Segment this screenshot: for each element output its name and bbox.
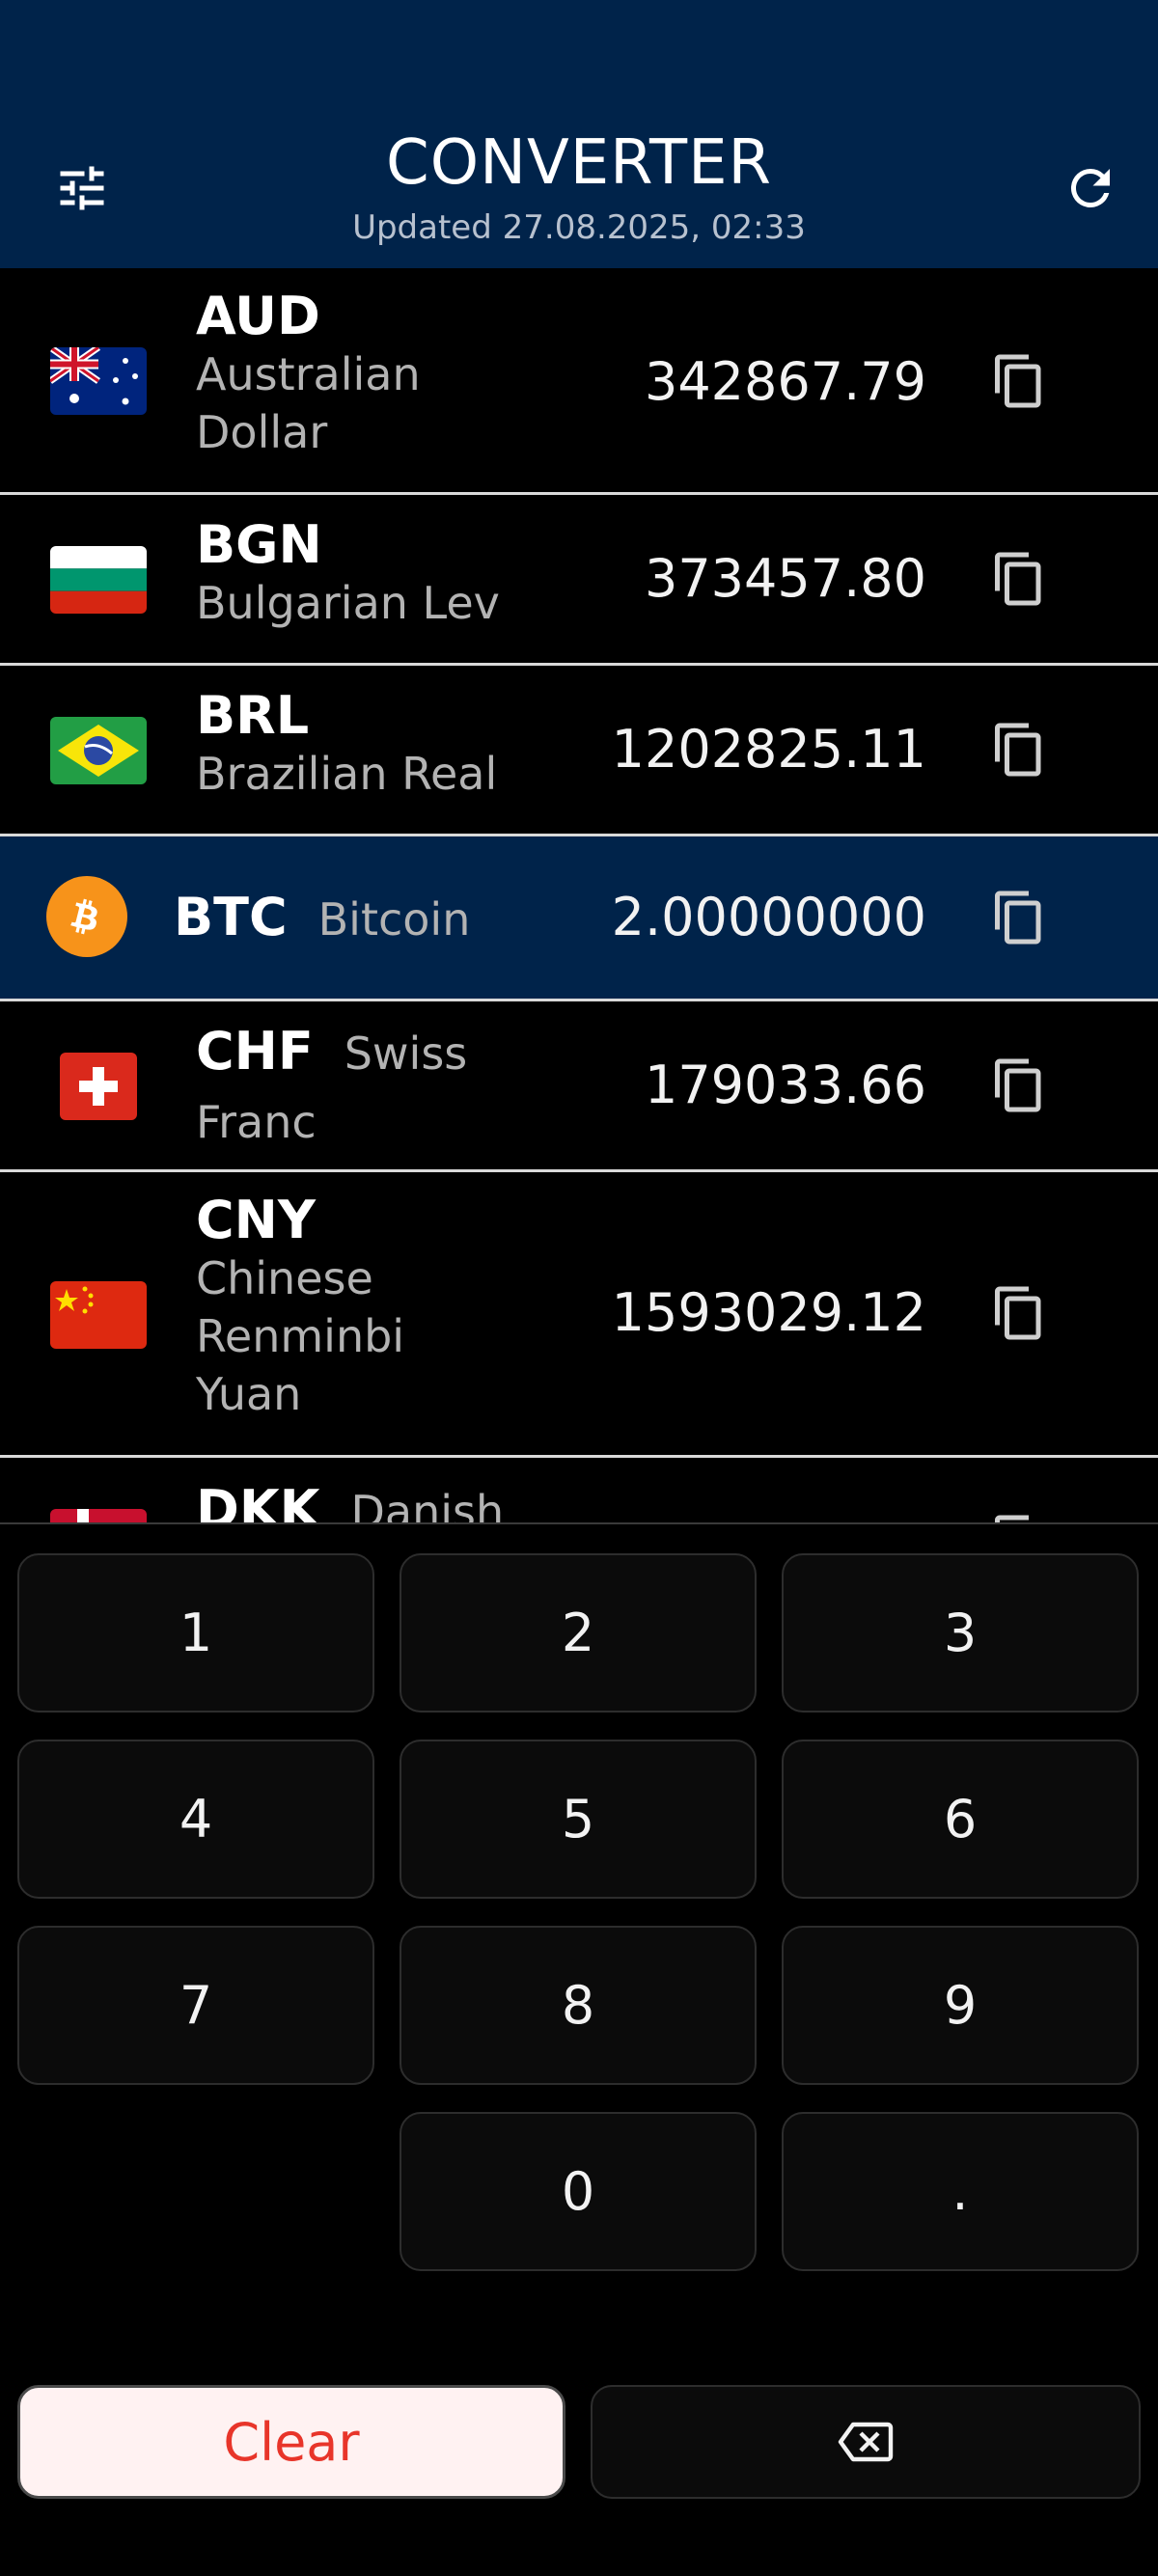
currency-code: BGN	[196, 514, 322, 575]
key-4[interactable]: 4	[17, 1740, 374, 1899]
copy-button[interactable]	[984, 715, 1054, 784]
currency-value[interactable]: 1593029.12	[612, 1282, 926, 1343]
currency-name: Brazilian Real	[196, 748, 498, 800]
backspace-icon	[838, 2422, 894, 2462]
currency-code: BRL	[196, 685, 310, 746]
key-6[interactable]: 6	[782, 1740, 1139, 1899]
key-3[interactable]: 3	[782, 1553, 1139, 1713]
copy-icon	[995, 723, 1041, 777]
currency-value[interactable]: 373457.80	[645, 548, 926, 609]
currency-row-btc[interactable]: BTC Bitcoin 2.00000000	[0, 836, 1158, 1001]
copy-button[interactable]	[984, 544, 1054, 614]
key-7[interactable]: 7	[17, 1926, 374, 2085]
currency-code: DKK	[196, 1479, 320, 1522]
currency-code: AUD	[196, 286, 320, 346]
currency-code: CNY	[196, 1190, 316, 1250]
copy-icon	[995, 1286, 1041, 1340]
bitcoin-icon	[46, 876, 127, 957]
key-8[interactable]: 8	[400, 1926, 757, 2085]
copy-icon	[995, 1515, 1029, 1522]
currency-row-brl[interactable]: BRL Brazilian Real 1202825.11	[0, 666, 1158, 836]
currency-row-chf[interactable]: CHF Swiss Franc 179033.66	[0, 1001, 1158, 1172]
refresh-button[interactable]	[1047, 145, 1134, 232]
currency-value[interactable]: 179033.66	[645, 1055, 926, 1115]
key-1[interactable]: 1	[17, 1553, 374, 1713]
copy-icon	[995, 552, 1041, 606]
copy-button[interactable]	[984, 1051, 1054, 1120]
copy-icon	[995, 891, 1041, 945]
page-title: CONVERTER	[386, 127, 772, 199]
key-9[interactable]: 9	[782, 1926, 1139, 2085]
currency-value[interactable]: 342867.79	[645, 351, 926, 412]
flag-australia-icon	[50, 347, 147, 415]
copy-button[interactable]	[984, 883, 1054, 952]
currency-row-bgn[interactable]: BGN Bulgarian Lev 373457.80	[0, 495, 1158, 666]
copy-button[interactable]	[984, 1507, 1054, 1522]
currency-name: Australian Dollar	[196, 348, 421, 458]
currency-row-cny[interactable]: CNY Chinese Renminbi Yuan 1593029.12	[0, 1172, 1158, 1458]
flag-china-icon	[50, 1281, 147, 1349]
copy-icon	[995, 1058, 1041, 1112]
flag-bulgaria-icon	[50, 546, 147, 614]
copy-button[interactable]	[984, 1278, 1054, 1348]
flag-switzerland-icon	[60, 1053, 137, 1120]
key-2[interactable]: 2	[400, 1553, 757, 1713]
key-5[interactable]: 5	[400, 1740, 757, 1899]
currency-value[interactable]: 1202825.11	[612, 719, 926, 780]
currency-code: CHF	[196, 1021, 314, 1082]
backspace-button[interactable]	[591, 2385, 1141, 2499]
app-header: CONVERTER Updated 27.08.2025, 02:33	[0, 0, 1158, 268]
currency-name: Bulgarian Lev	[196, 577, 500, 629]
flag-denmark-icon	[50, 1509, 147, 1522]
currency-row-aud[interactable]: AUD Australian Dollar 342867.79	[0, 268, 1158, 495]
copy-button[interactable]	[984, 346, 1054, 416]
keypad-divider	[0, 1522, 1158, 1524]
currency-row-dkk[interactable]: DKK Danish	[0, 1458, 1158, 1522]
refresh-icon	[1070, 168, 1110, 207]
key-decimal[interactable]: .	[782, 2112, 1139, 2271]
currency-name: Danish	[350, 1486, 505, 1522]
clear-button[interactable]: Clear	[17, 2385, 565, 2499]
copy-icon	[995, 354, 1041, 408]
currency-value[interactable]: 2.00000000	[612, 887, 926, 947]
currency-name: Bitcoin	[317, 893, 471, 945]
key-0[interactable]: 0	[400, 2112, 757, 2271]
flag-brazil-icon	[50, 717, 147, 784]
last-updated-text: Updated 27.08.2025, 02:33	[352, 208, 806, 247]
currency-list[interactable]: AUD Australian Dollar 342867.79 BGN Bulg…	[0, 268, 1158, 1522]
currency-name: Chinese Renminbi Yuan	[196, 1252, 405, 1420]
currency-code: BTC	[174, 887, 288, 947]
